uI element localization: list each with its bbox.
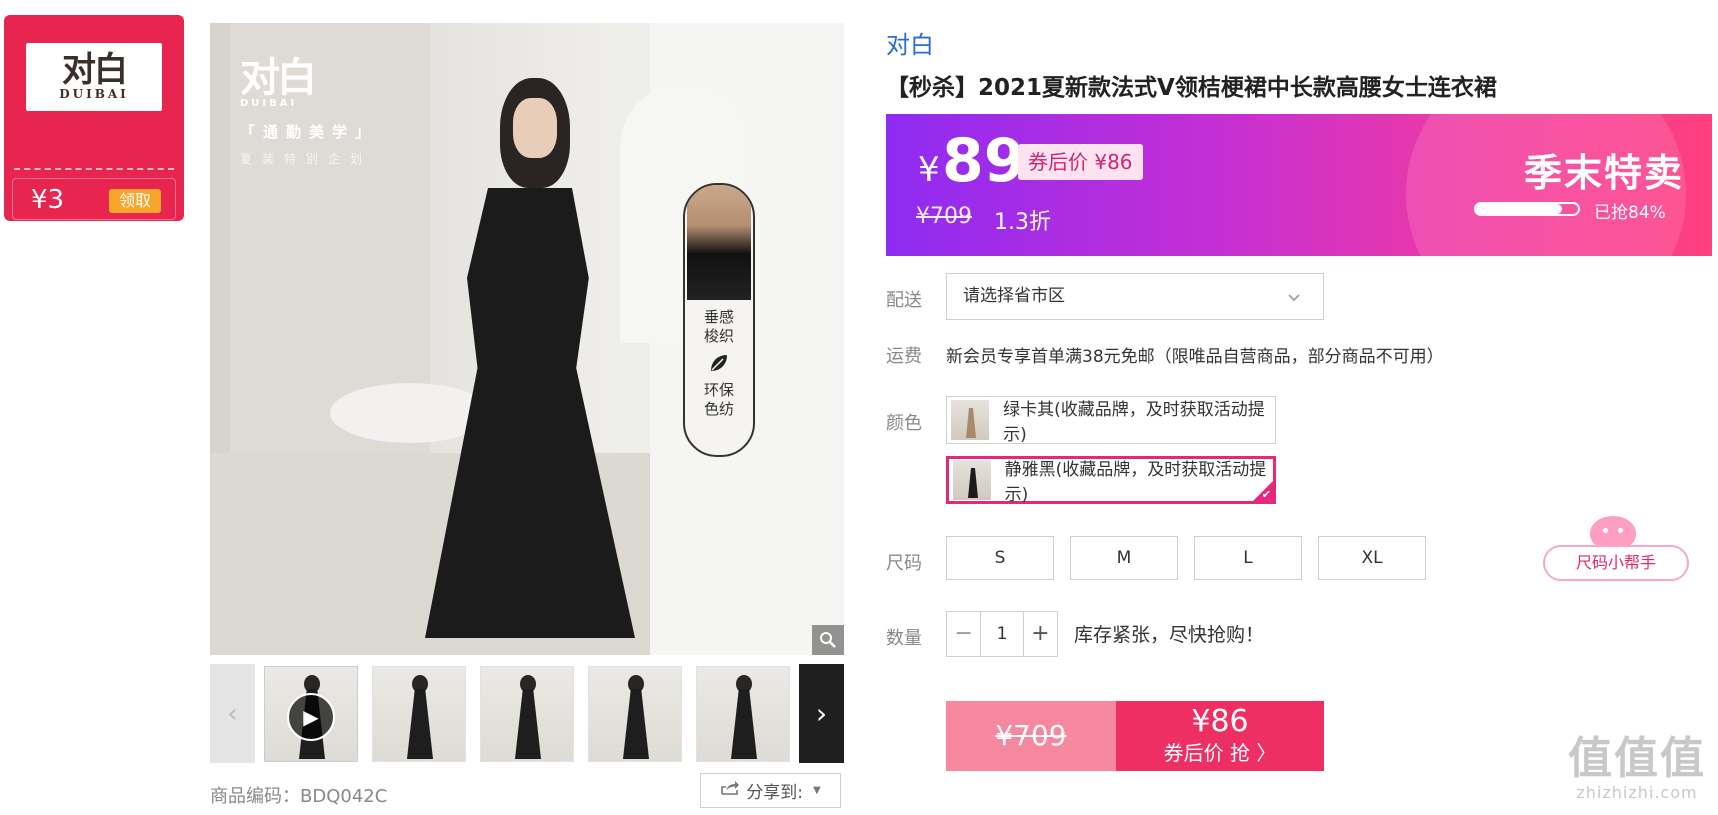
thumb-figure-dress	[731, 689, 757, 759]
fabric-line-1: 垂感	[703, 308, 734, 326]
size-option-l[interactable]: L	[1194, 536, 1302, 580]
size-helper-button[interactable]: 尺码小帮手	[1543, 545, 1689, 581]
chevron-right-icon: ›	[815, 697, 828, 730]
buy-label: 券后价 抢 〉	[1163, 741, 1277, 765]
brand-logo: 对白 DUIBAI	[26, 43, 162, 111]
brand-logo-glyph: 对白	[62, 50, 128, 90]
size-option-s[interactable]: S	[946, 536, 1054, 580]
current-price: 89	[942, 126, 1026, 196]
price-banner: ¥ 89 券后价 ¥86 ¥709 1.3折 季末特卖 已抢84%	[886, 114, 1712, 256]
color-option-khaki[interactable]: 绿卡其(收藏品牌，及时获取活动提示)	[946, 396, 1276, 445]
fabric-swatch	[687, 185, 751, 300]
size-option-m[interactable]: M	[1070, 536, 1178, 580]
color-option-label: 绿卡其(收藏品牌，及时获取活动提示)	[1003, 400, 1265, 445]
watermark-main: 值值值	[1568, 733, 1706, 784]
color-option-label: 静雅黑(收藏品牌，及时获取活动提示)	[1004, 460, 1267, 505]
coupon-amount: ¥3	[31, 185, 65, 215]
size-option-xl[interactable]: XL	[1318, 536, 1426, 580]
fabric-badge: 垂感 梭织 环保 色纺	[683, 183, 755, 457]
eco-text: 环保 色纺	[704, 381, 734, 419]
delivery-region-select[interactable]: 请选择省市区	[946, 273, 1324, 320]
main-product-image[interactable]: 对白 DUIBAI 「通勤美学」 夏装特别企划 垂感 梭织 环保 色纺	[210, 23, 844, 655]
share-icon	[720, 780, 740, 801]
quantity-stepper: − 1 +	[946, 611, 1058, 657]
store-coupon-card[interactable]: 对白 DUIBAI ¥3 领取	[4, 15, 184, 221]
eco-line-1: 环保	[703, 381, 734, 399]
thumbnail[interactable]	[696, 666, 790, 762]
product-sku: 商品编码：BDQ042C	[210, 786, 388, 807]
product-title: 【秒杀】2021夏新款法式V领桔梗裙中长款高腰女士连衣裙	[886, 75, 1497, 101]
stock-warning: 库存紧张，尽快抢购！	[1074, 624, 1265, 646]
thumb-figure-dress	[623, 689, 649, 759]
thumb-figure-dress	[515, 689, 541, 759]
thumbnail[interactable]	[372, 666, 466, 762]
sold-progress-fill	[1476, 204, 1562, 214]
quantity-label: 数量	[886, 628, 922, 649]
buy-price: ¥86	[1191, 704, 1249, 739]
quantity-input[interactable]: 1	[980, 612, 1024, 656]
thumbnail[interactable]	[588, 666, 682, 762]
zoom-icon[interactable]	[812, 625, 844, 655]
brand-logo-sub: DUIBAI	[59, 87, 129, 101]
discount-rate: 1.3折	[994, 210, 1051, 235]
buy-original-price: ¥709	[946, 701, 1116, 771]
color-thumb-khaki	[951, 400, 990, 440]
thumb-figure-dress	[407, 689, 433, 759]
sold-progress-bar	[1474, 202, 1580, 216]
shipping-label: 运费	[886, 346, 922, 367]
coupon-divider	[14, 168, 174, 170]
coupon-bottom: ¥3 领取	[12, 178, 176, 220]
thumbnail[interactable]	[480, 666, 574, 762]
thumb-prev-button[interactable]: ‹	[210, 664, 255, 763]
leaf-icon	[708, 352, 730, 379]
chevron-down-icon	[1287, 274, 1301, 319]
thumb-next-button[interactable]: ›	[799, 664, 844, 763]
color-thumb-figure	[966, 408, 976, 438]
buy-button-group: ¥709 ¥86 券后价 抢 〉	[946, 701, 1324, 771]
watermark-domain: zhizhizhi.com	[1576, 783, 1698, 802]
coupon-get-button[interactable]: 领取	[109, 189, 161, 213]
color-thumb-figure	[968, 468, 978, 498]
buy-now-button[interactable]: ¥86 券后价 抢 〉	[1116, 701, 1324, 771]
coupon-price-badge: 券后价 ¥86	[1018, 144, 1143, 180]
mascot-eye	[1603, 528, 1608, 533]
color-label: 颜色	[886, 413, 922, 434]
thumbnail-video[interactable]: ▶	[264, 666, 358, 762]
size-label: 尺码	[886, 553, 922, 574]
delivery-placeholder: 请选择省市区	[963, 286, 1065, 306]
share-button[interactable]: 分享到: ▼	[700, 773, 841, 808]
chevron-left-icon: ‹	[227, 698, 238, 729]
image-subtagline: 夏装特别企划	[240, 152, 373, 166]
price-currency: ¥	[918, 150, 940, 190]
mascot-eye	[1618, 528, 1623, 533]
share-label: 分享到:	[746, 783, 804, 803]
season-sale-title: 季末特卖	[1524, 151, 1685, 195]
shipping-text: 新会员专享首单满38元免邮（限唯品自营商品，部分商品不可用）	[946, 347, 1444, 367]
caret-down-icon: ▼	[813, 785, 821, 796]
thumbnail-strip: ‹ ▶ ›	[210, 664, 844, 764]
image-brand-glyph: 对白	[240, 54, 317, 101]
quantity-increase-button[interactable]: +	[1024, 612, 1057, 656]
fabric-line-2: 梭织	[703, 327, 734, 345]
image-brand-mark: 对白 DUIBAI 「通勤美学」 夏装特别企划	[240, 58, 378, 167]
quantity-decrease-button[interactable]: −	[947, 612, 980, 656]
play-icon[interactable]: ▶	[287, 693, 335, 741]
color-thumb-black	[953, 460, 991, 500]
checkmark-icon: ✔	[1261, 488, 1271, 501]
brand-link[interactable]: 对白	[886, 25, 934, 60]
image-tagline: 「通勤美学」	[240, 123, 379, 141]
color-option-black[interactable]: 静雅黑(收藏品牌，及时获取活动提示) ✔	[946, 456, 1276, 505]
sold-percent: 已抢84%	[1594, 203, 1666, 223]
site-watermark: 值值值 zhizhizhi.com	[1568, 733, 1706, 803]
model-face	[513, 98, 557, 158]
original-price: ¥709	[916, 204, 972, 229]
eco-line-2: 色纺	[703, 400, 734, 418]
fabric-text: 垂感 梭织	[704, 308, 734, 346]
delivery-label: 配送	[886, 290, 922, 311]
